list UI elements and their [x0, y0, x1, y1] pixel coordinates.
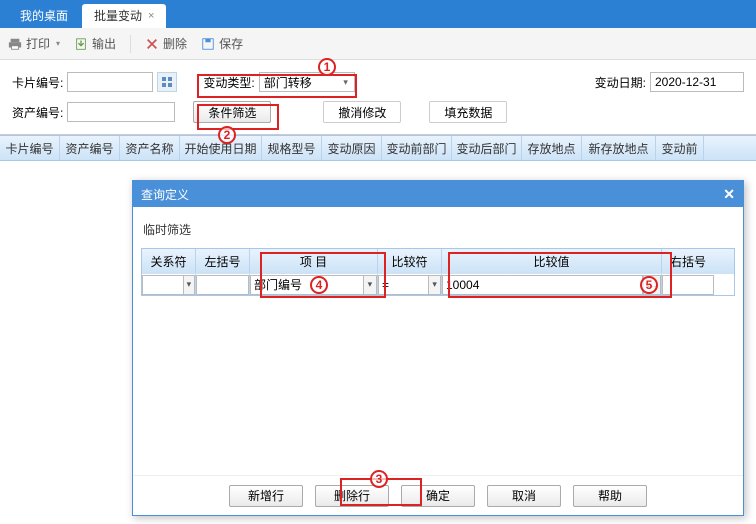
col-rparen: 右括号 — [662, 249, 714, 273]
change-date-input[interactable] — [650, 72, 744, 92]
chevron-down-icon[interactable]: ▾ — [428, 275, 441, 295]
save-icon — [201, 37, 215, 51]
lparen-input[interactable] — [196, 275, 249, 295]
cancel-button[interactable]: 取消 — [487, 485, 561, 507]
export-label: 输出 — [92, 35, 116, 52]
dialog-titlebar[interactable]: 查询定义 ✕ — [133, 181, 743, 207]
dialog-buttons: 新增行 删除行 确定 取消 帮助 — [133, 475, 743, 515]
item-input[interactable] — [250, 275, 363, 295]
undo-button[interactable]: 撤消修改 — [323, 101, 401, 123]
chevron-down-icon: ▾ — [56, 39, 60, 48]
relation-input[interactable] — [142, 275, 183, 295]
dialog-title: 查询定义 — [141, 186, 189, 203]
close-icon[interactable]: × — [148, 4, 154, 28]
chevron-down-icon: ▾ — [338, 77, 354, 88]
dialog-body: 临时筛选 关系符 左括号 项 目 比较符 比较值 右括号 ▾ ▾ ▾ … — [133, 207, 743, 475]
annotation-number-2: 2 — [218, 126, 236, 144]
value-input[interactable] — [442, 275, 643, 295]
annotation-number-3: 3 — [370, 470, 388, 488]
col-location[interactable]: 存放地点 — [522, 136, 582, 160]
col-reason[interactable]: 变动原因 — [322, 136, 382, 160]
close-icon[interactable]: ✕ — [723, 186, 735, 203]
filter-grid-header: 关系符 左括号 项 目 比较符 比较值 右括号 — [142, 249, 734, 273]
tab-batch-change-label: 批量变动 — [94, 4, 142, 28]
annotation-number-1: 1 — [318, 58, 336, 76]
change-type-label: 变动类型: — [203, 74, 254, 91]
rparen-input[interactable] — [662, 275, 714, 295]
delete-button[interactable]: 删除 — [145, 35, 187, 52]
col-new-location[interactable]: 新存放地点 — [582, 136, 656, 160]
change-date-label: 变动日期: — [595, 74, 646, 91]
export-icon — [74, 37, 88, 51]
col-change-before[interactable]: 变动前 — [656, 136, 704, 160]
filter-area: 卡片编号: 变动类型: ▾ 变动日期: 资产编号: 条件筛选 撤消修改 填充数据 — [0, 60, 756, 135]
col-card-no[interactable]: 卡片编号 — [0, 136, 60, 160]
print-label: 打印 — [26, 35, 50, 52]
col-dept-before[interactable]: 变动前部门 — [382, 136, 452, 160]
card-no-input[interactable] — [67, 72, 153, 92]
tab-desktop[interactable]: 我的桌面 — [8, 4, 80, 28]
printer-icon — [8, 37, 22, 51]
toolbar: 打印 ▾ 输出 删除 保存 — [0, 28, 756, 60]
card-no-label: 卡片编号: — [12, 74, 63, 91]
save-button[interactable]: 保存 — [201, 35, 243, 52]
top-tabs: 我的桌面 批量变动 × — [0, 0, 756, 28]
dialog-subtitle: 临时筛选 — [143, 221, 735, 238]
asset-no-label: 资产编号: — [12, 104, 63, 121]
ok-button[interactable]: 确定 — [401, 485, 475, 507]
add-row-button[interactable]: 新增行 — [229, 485, 303, 507]
separator — [130, 35, 131, 53]
chevron-down-icon[interactable]: ▾ — [363, 275, 377, 295]
chevron-down-icon[interactable]: ▾ — [183, 275, 195, 295]
annotation-number-5: 5 — [640, 276, 658, 294]
query-definition-dialog: 查询定义 ✕ 临时筛选 关系符 左括号 项 目 比较符 比较值 右括号 ▾ ▾ … — [132, 180, 744, 516]
grid-icon — [161, 76, 173, 88]
filter-condition-button[interactable]: 条件筛选 — [193, 101, 271, 123]
col-compare: 比较符 — [378, 249, 442, 273]
col-item: 项 目 — [250, 249, 378, 273]
card-no-ref-button[interactable] — [157, 72, 177, 92]
print-button[interactable]: 打印 ▾ — [8, 35, 60, 52]
col-spec[interactable]: 规格型号 — [262, 136, 322, 160]
change-type-dropdown[interactable]: ▾ — [259, 72, 355, 92]
grid-header: 卡片编号 资产编号 资产名称 开始使用日期 规格型号 变动原因 变动前部门 变动… — [0, 135, 756, 161]
save-label: 保存 — [219, 35, 243, 52]
col-value: 比较值 — [442, 249, 662, 273]
fill-data-button[interactable]: 填充数据 — [429, 101, 507, 123]
annotation-number-4: 4 — [310, 276, 328, 294]
asset-no-input[interactable] — [67, 102, 175, 122]
col-lparen: 左括号 — [196, 249, 250, 273]
col-asset-name[interactable]: 资产名称 — [120, 136, 180, 160]
export-button[interactable]: 输出 — [74, 35, 116, 52]
col-dept-after[interactable]: 变动后部门 — [452, 136, 522, 160]
tab-batch-change[interactable]: 批量变动 × — [82, 4, 166, 28]
help-button[interactable]: 帮助 — [573, 485, 647, 507]
col-asset-no[interactable]: 资产编号 — [60, 136, 120, 160]
delete-icon — [145, 37, 159, 51]
compare-input[interactable] — [378, 275, 428, 295]
delete-label: 删除 — [163, 35, 187, 52]
col-relation: 关系符 — [142, 249, 196, 273]
